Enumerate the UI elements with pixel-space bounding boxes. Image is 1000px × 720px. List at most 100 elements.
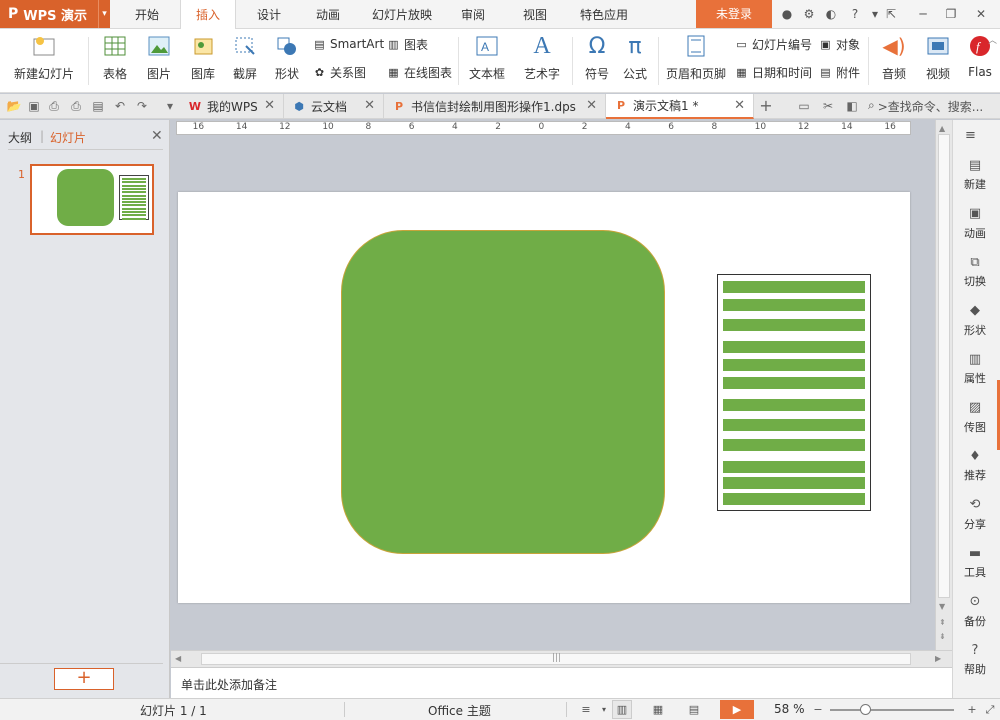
close-icon[interactable]: ✕ — [734, 98, 745, 113]
restore-icon[interactable]: ❐ — [942, 5, 960, 23]
sidebar-item-transition[interactable]: ⧉ 切换 — [953, 253, 997, 297]
undo-icon[interactable]: ↶ — [112, 98, 128, 114]
preview-icon[interactable]: ▤ — [90, 98, 106, 114]
wordart-button[interactable]: A 艺术字 — [518, 33, 566, 87]
tab-outline[interactable]: 大纲 — [8, 129, 32, 146]
next-slide-icon[interactable]: ⇟ — [939, 632, 946, 641]
formula-button[interactable]: π 公式 — [618, 33, 652, 87]
tab-slideshow[interactable]: 幻灯片放映 — [364, 0, 440, 29]
add-slide-button[interactable]: + — [54, 668, 114, 690]
zoom-in-icon[interactable]: + — [962, 700, 982, 719]
scroll-down-icon[interactable]: ▼ — [939, 602, 945, 611]
redo-icon[interactable]: ↷ — [134, 98, 150, 114]
tools-icon[interactable]: ✂ — [820, 98, 836, 114]
sidebar-item-new[interactable]: ▤ 新建 — [953, 156, 997, 200]
table-button[interactable]: 表格 — [96, 33, 134, 87]
sidebar-item-share[interactable]: ⟲ 分享 — [953, 496, 997, 540]
command-search[interactable]: ⌕ >查找命令、搜索... — [868, 98, 983, 115]
menu-icon[interactable]: ≡ — [965, 128, 976, 143]
notes-area[interactable]: 单击此处添加备注 — [171, 667, 952, 698]
chart-button[interactable]: ▥ 图表 — [386, 35, 428, 53]
app-menu-button[interactable]: P WPS 演示 ▾ — [0, 0, 110, 28]
new-slide-button[interactable]: 新建幻灯片 — [8, 33, 80, 87]
minimize-icon[interactable]: ─ — [914, 5, 932, 23]
smartart-button[interactable]: ▤ SmartArt — [312, 35, 384, 53]
online-chart-button[interactable]: ▦ 在线图表 — [386, 63, 452, 81]
tab-animation[interactable]: 动画 — [303, 0, 353, 29]
play-slideshow-icon[interactable]: ▶ — [720, 700, 754, 719]
save-icon[interactable]: ▣ — [26, 98, 42, 114]
tab-review[interactable]: 审阅 — [448, 0, 498, 29]
screen-icon[interactable]: ▭ — [796, 98, 812, 114]
skin-icon[interactable]: ● — [778, 5, 796, 23]
close-icon[interactable]: ✕ — [972, 5, 990, 23]
datetime-button[interactable]: ▦ 日期和时间 — [734, 63, 812, 81]
scroll-right-icon[interactable]: ▶ — [935, 654, 941, 663]
screenshot-button[interactable]: 截屏 — [226, 33, 264, 87]
close-icon[interactable]: ✕ — [151, 128, 163, 144]
object-button[interactable]: ▣ 对象 — [818, 35, 860, 53]
prev-slide-icon[interactable]: ⇞ — [939, 618, 946, 627]
tab-insert[interactable]: 插入 — [180, 0, 236, 30]
scroll-thumb[interactable] — [938, 134, 950, 598]
feedback-icon[interactable]: ◐ — [822, 5, 840, 23]
symbol-button[interactable]: Ω 符号 — [578, 33, 616, 87]
settings-icon[interactable]: ⚙ — [800, 5, 818, 23]
striped-textbox[interactable] — [717, 274, 871, 511]
chevron-up-icon[interactable]: ︿ — [988, 33, 997, 46]
new-tab-plus-icon[interactable]: + — [758, 98, 774, 114]
tab-slides[interactable]: 幻灯片 — [50, 129, 86, 146]
header-footer-button[interactable]: 页眉和页脚 — [664, 33, 728, 87]
export-pdf-icon[interactable]: ⎙ — [46, 98, 62, 114]
audio-button[interactable]: ◀) 音频 — [874, 33, 914, 87]
scroll-up-icon[interactable]: ▲ — [939, 124, 945, 133]
close-icon[interactable]: ✕ — [364, 98, 375, 113]
doc-tab-my-wps[interactable]: W 我的WPS ✕ — [180, 94, 284, 119]
rounded-rectangle-shape[interactable] — [341, 230, 665, 554]
print-icon[interactable]: ⎙ — [68, 98, 84, 114]
tab-design[interactable]: 设计 — [244, 0, 294, 29]
notes-toggle-icon[interactable]: ≡ — [576, 700, 596, 719]
horizontal-scrollbar[interactable]: ◀ ||| ▶ — [171, 650, 952, 667]
vertical-scrollbar[interactable]: ▲ ▼ ⇞ ⇟ — [935, 120, 952, 650]
close-icon[interactable]: ✕ — [586, 98, 597, 113]
doc-tab-cloud[interactable]: ⬢ 云文档 ✕ — [284, 94, 384, 119]
zoom-slider-handle[interactable] — [860, 704, 871, 715]
chevron-down-icon[interactable]: ▾ — [594, 700, 614, 719]
chevron-down-icon[interactable]: ▾ — [162, 98, 178, 114]
gallery-button[interactable]: 图库 — [184, 33, 222, 87]
sidebar-item-recommend[interactable]: ♦ 推荐 — [953, 447, 997, 491]
layout-icon[interactable]: ◧ — [844, 98, 860, 114]
tab-view[interactable]: 视图 — [510, 0, 560, 29]
tab-home[interactable]: 开始 — [122, 0, 172, 29]
scroll-left-icon[interactable]: ◀ — [175, 654, 181, 663]
sidebar-item-help[interactable]: ? 帮助 — [953, 641, 997, 685]
doc-tab-active[interactable]: P 演示文稿1 * ✕ — [606, 94, 754, 119]
fullscreen-icon[interactable]: ⇱ — [882, 5, 900, 23]
help-icon[interactable]: ? — [846, 5, 864, 23]
slide[interactable] — [178, 192, 910, 603]
slide-sorter-icon[interactable]: ▦ — [648, 700, 668, 719]
picture-button[interactable]: 图片 — [140, 33, 178, 87]
chevron-down-icon[interactable]: ▾ — [98, 0, 110, 28]
normal-view-icon[interactable]: ▥ — [612, 700, 632, 719]
sidebar-item-backup[interactable]: ⊙ 备份 — [953, 593, 997, 637]
shapes-button[interactable]: 形状 — [268, 33, 306, 87]
textbox-button[interactable]: A 文本框 — [464, 33, 510, 87]
fit-window-icon[interactable]: ⤢ — [980, 700, 1000, 719]
open-folder-icon[interactable]: 📂 — [6, 98, 22, 114]
sidebar-item-animation[interactable]: ▣ 动画 — [953, 205, 997, 249]
close-icon[interactable]: ✕ — [264, 98, 275, 113]
tab-special[interactable]: 特色应用 — [572, 0, 636, 29]
attachment-button[interactable]: ▤ 附件 — [818, 63, 860, 81]
slide-number-button[interactable]: ▭ 幻灯片编号 — [734, 35, 812, 53]
doc-tab-dps-file[interactable]: P 书信信封绘制用图形操作1.dps ✕ — [384, 94, 606, 119]
sidebar-item-tools[interactable]: ▬ 工具 — [953, 544, 997, 588]
zoom-out-icon[interactable]: − — [808, 700, 828, 719]
sidebar-item-shape[interactable]: ◆ 形状 — [953, 302, 997, 346]
reading-view-icon[interactable]: ▤ — [684, 700, 704, 719]
video-button[interactable]: 视频 — [918, 33, 958, 87]
sidebar-item-property[interactable]: ▥ 属性 — [953, 350, 997, 394]
slide-thumbnail[interactable] — [30, 164, 154, 235]
login-button[interactable]: 未登录 — [696, 0, 772, 28]
